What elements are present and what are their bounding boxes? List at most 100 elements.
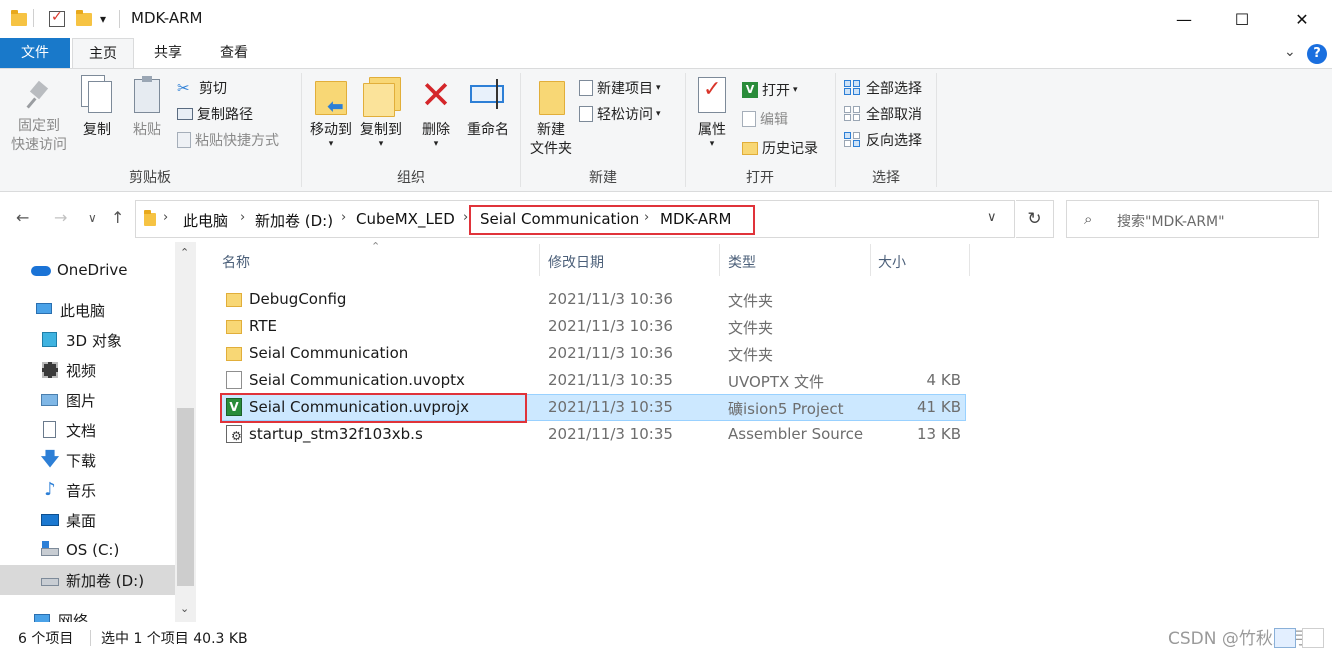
file-size: 13 KB xyxy=(917,425,961,443)
group-label-clipboard: 剪贴板 xyxy=(129,170,171,186)
file-row[interactable]: Seial Communication 2021/11/3 10:36 文件夹 xyxy=(220,340,966,367)
title-divider xyxy=(119,10,120,28)
pin-quick-access-button[interactable]: 固定到 快速访问 xyxy=(8,75,70,155)
scroll-up-icon[interactable]: ⌃ xyxy=(180,246,189,259)
invert-selection-button[interactable]: 反向选择 xyxy=(844,129,922,151)
move-to-button[interactable]: ⬅ 移动到 ▾ xyxy=(306,75,356,149)
maximize-button[interactable]: ☐ xyxy=(1213,0,1271,38)
nav-item-onedrive[interactable]: OneDrive xyxy=(0,255,175,285)
file-name: DebugConfig xyxy=(249,290,347,308)
cut-button[interactable]: ✂ 剪切 xyxy=(177,77,227,99)
back-button[interactable]: ← xyxy=(16,208,29,227)
column-divider[interactable] xyxy=(539,244,540,276)
nav-item-3d-objects[interactable]: 3D 对象 xyxy=(0,325,175,355)
tab-home[interactable]: 主页 xyxy=(72,38,134,69)
search-placeholder: 搜索"MDK-ARM" xyxy=(1117,214,1225,230)
invert-selection-icon xyxy=(844,132,862,148)
details-view-icon[interactable] xyxy=(1274,628,1296,648)
group-label-organize: 组织 xyxy=(397,170,425,186)
copy-to-button[interactable]: 复制到 ▾ xyxy=(356,75,406,149)
tab-file[interactable]: 文件 xyxy=(0,38,70,68)
select-all-button[interactable]: 全部选择 xyxy=(844,77,922,99)
collapse-ribbon-icon[interactable]: ⌄ xyxy=(1284,44,1296,60)
column-divider[interactable] xyxy=(870,244,871,276)
column-header-name[interactable]: 名称 xyxy=(222,252,250,272)
nav-item-this-pc[interactable]: 此电脑 xyxy=(0,295,175,325)
scroll-down-icon[interactable]: ⌄ xyxy=(180,602,189,615)
nav-label: OS (C:) xyxy=(66,541,120,559)
tab-share[interactable]: 共享 xyxy=(138,38,198,68)
search-box[interactable]: ⌕ 搜索"MDK-ARM" xyxy=(1066,200,1319,238)
column-header-modified[interactable]: 修改日期 xyxy=(548,252,604,272)
nav-item-music[interactable]: ♪ 音乐 xyxy=(0,475,175,505)
open-dropdown-icon: ▾ xyxy=(793,85,798,95)
select-none-button[interactable]: 全部取消 xyxy=(844,103,922,125)
refresh-button[interactable]: ↻ xyxy=(1016,200,1054,238)
file-type: Assembler Source xyxy=(728,425,864,443)
nav-label: 新加卷 (D:) xyxy=(66,571,145,590)
forward-button[interactable]: → xyxy=(54,208,67,227)
nav-item-os-c[interactable]: OS (C:) xyxy=(0,535,175,565)
up-button[interactable]: ↑ xyxy=(111,208,124,227)
nav-item-pictures[interactable]: 图片 xyxy=(0,385,175,415)
column-header-size[interactable]: 大小 xyxy=(878,252,906,272)
address-dropdown-button[interactable]: ∨ xyxy=(987,210,997,225)
large-icons-view-icon[interactable] xyxy=(1302,628,1324,648)
open-button[interactable]: V 打开 ▾ xyxy=(742,79,798,101)
move-to-label: 移动到 xyxy=(310,122,352,138)
new-item-button[interactable]: 新建项目 ▾ xyxy=(579,77,661,99)
new-folder-icon xyxy=(533,75,569,117)
edit-button[interactable]: 编辑 xyxy=(742,108,788,130)
new-folder-button[interactable]: 新建 文件夹 xyxy=(525,75,577,159)
minimize-button[interactable]: — xyxy=(1155,0,1213,38)
nav-item-documents[interactable]: 文档 xyxy=(0,415,175,445)
pin-icon xyxy=(25,81,53,109)
rename-button[interactable]: 重命名 xyxy=(462,75,514,140)
column-divider[interactable] xyxy=(969,244,970,276)
open-label: 打开 xyxy=(762,83,790,99)
copy-path-label: 复制路径 xyxy=(197,107,253,123)
breadcrumb-this-pc[interactable]: 此电脑 xyxy=(183,210,228,231)
nav-item-downloads[interactable]: 🡇 下载 xyxy=(0,445,175,475)
nav-item-desktop[interactable]: 桌面 xyxy=(0,505,175,535)
quick-access-dropdown[interactable]: ▾ xyxy=(100,9,106,29)
breadcrumb-cubemx-led[interactable]: CubeMX_LED xyxy=(356,210,455,228)
copy-path-button[interactable]: 复制路径 xyxy=(177,103,253,125)
close-button[interactable]: ✕ xyxy=(1273,0,1331,38)
column-divider[interactable] xyxy=(719,244,720,276)
copy-button[interactable]: 复制 xyxy=(76,75,118,140)
desktop-icon xyxy=(40,511,60,529)
properties-button[interactable]: 属性 ▾ xyxy=(692,75,732,149)
nav-label: 图片 xyxy=(66,391,97,410)
properties-check-icon[interactable] xyxy=(49,9,65,29)
breadcrumb-drive-d[interactable]: 新加卷 (D:) xyxy=(255,210,333,231)
nav-item-videos[interactable]: 视频 xyxy=(0,355,175,385)
scroll-thumb[interactable] xyxy=(177,408,194,586)
tab-view[interactable]: 查看 xyxy=(204,38,264,68)
paste-button[interactable]: 粘贴 xyxy=(126,75,168,140)
computer-icon xyxy=(34,301,54,319)
help-icon[interactable]: ? xyxy=(1307,44,1327,64)
navigation-pane: OneDrive 此电脑 3D 对象 视频 图片 文档 🡇 下载 ♪ 音乐 桌面… xyxy=(0,242,196,622)
pin-label-line1: 固定到 xyxy=(18,118,60,134)
file-row[interactable]: DebugConfig 2021/11/3 10:36 文件夹 xyxy=(220,286,966,313)
easy-access-button[interactable]: 轻松访问 ▾ xyxy=(579,103,661,125)
film-icon xyxy=(40,361,60,379)
recent-locations-button[interactable]: ∨ xyxy=(88,211,97,225)
nav-item-drive-d[interactable]: 新加卷 (D:) xyxy=(0,565,175,595)
file-row[interactable]: startup_stm32f103xb.s 2021/11/3 10:35 As… xyxy=(220,421,966,448)
file-row[interactable]: RTE 2021/11/3 10:36 文件夹 xyxy=(220,313,966,340)
properties-dropdown-icon: ▾ xyxy=(709,139,715,149)
select-all-label: 全部选择 xyxy=(866,81,922,97)
paste-shortcut-button[interactable]: 粘贴快捷方式 xyxy=(177,129,279,151)
nav-scrollbar[interactable]: ⌃ ⌄ xyxy=(175,242,196,622)
column-header-type[interactable]: 类型 xyxy=(728,252,756,272)
drive-icon xyxy=(40,541,60,559)
new-folder-icon[interactable] xyxy=(76,9,92,29)
nav-item-network[interactable]: 网络 xyxy=(0,605,175,622)
delete-button[interactable]: ✕ 删除 ▾ xyxy=(416,75,456,149)
history-button[interactable]: 历史记录 xyxy=(742,137,818,159)
nav-label: 此电脑 xyxy=(60,301,106,320)
highlight-box-path xyxy=(469,205,755,235)
file-row[interactable]: Seial Communication.uvoptx 2021/11/3 10:… xyxy=(220,367,966,394)
